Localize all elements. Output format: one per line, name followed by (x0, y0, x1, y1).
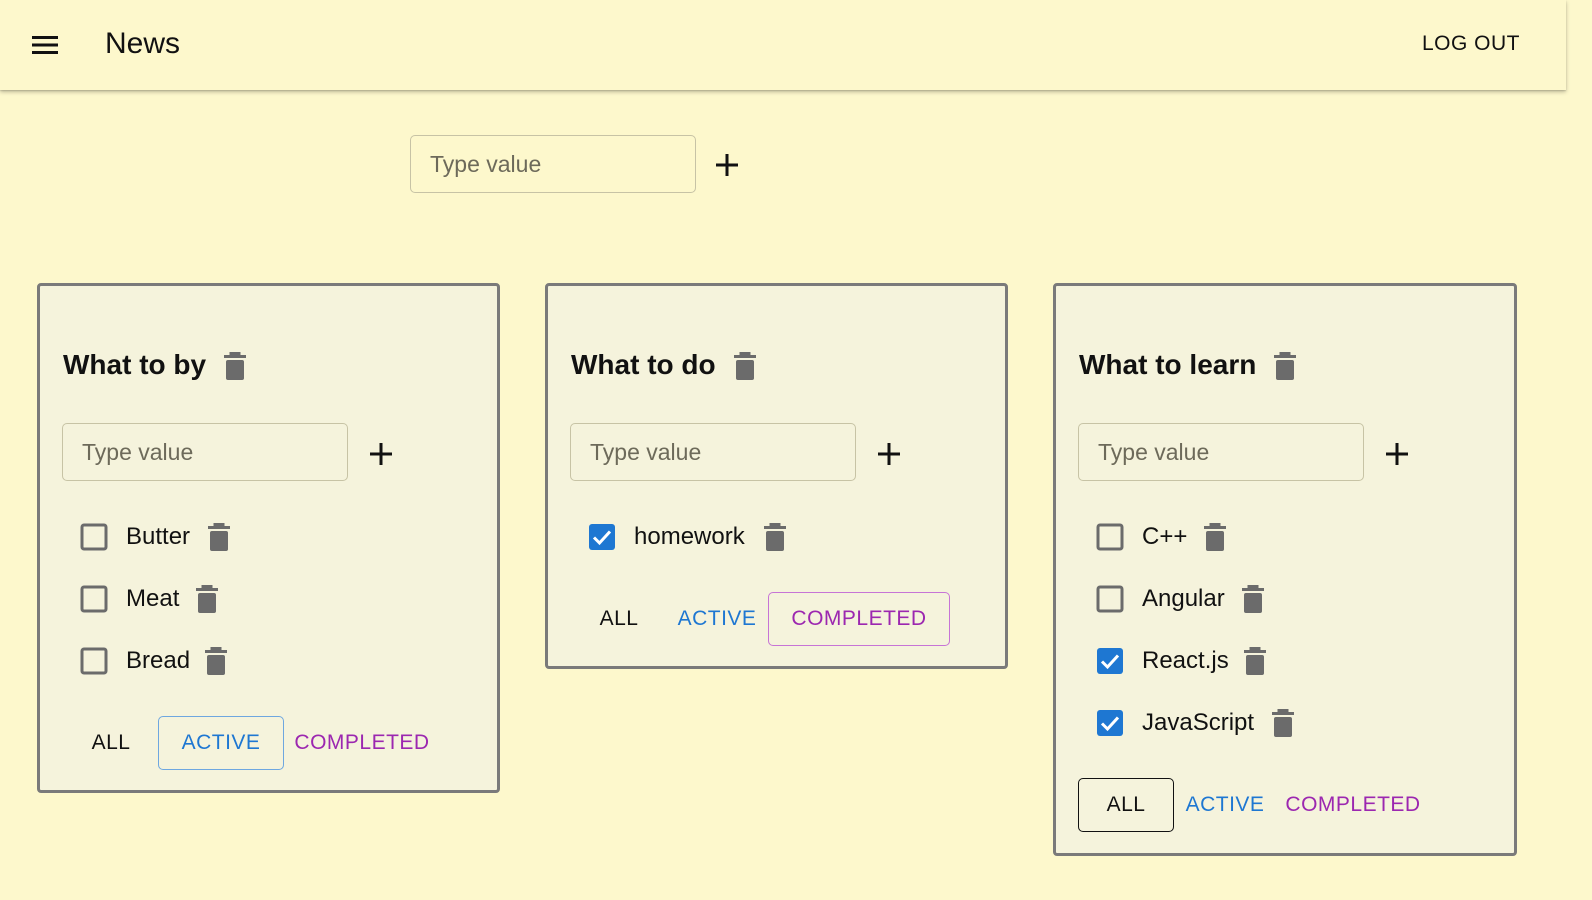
todolist-title: What to by (63, 349, 207, 380)
todolist-card: What to by Butter Meat Bread ALL ACTIVE … (37, 283, 500, 793)
todolist-card: What to do homework ALL ACTIVE COMPLETED (545, 283, 1008, 669)
task-label: Meat (126, 585, 180, 612)
filter-active-button[interactable]: ACTIVE (1180, 778, 1270, 832)
trash-icon[interactable] (1274, 352, 1296, 380)
task-checkbox[interactable] (1096, 523, 1124, 551)
task-label: Butter (126, 523, 191, 550)
new-list-input[interactable] (410, 135, 696, 193)
filter-completed-button[interactable]: COMPLETED (292, 716, 432, 770)
task-checkbox-checked[interactable] (1096, 647, 1124, 675)
trash-icon[interactable] (1272, 709, 1294, 737)
task-checkbox[interactable] (80, 647, 108, 675)
task-label: C++ (1142, 523, 1188, 550)
task-label: homework (634, 523, 745, 550)
filter-all-button[interactable]: ALL (584, 592, 654, 646)
task-label: Angular (1142, 585, 1225, 612)
trash-icon[interactable] (1242, 585, 1264, 613)
filter-completed-button[interactable]: COMPLETED (1282, 778, 1424, 832)
trash-icon[interactable] (208, 523, 230, 551)
filter-completed-button[interactable]: COMPLETED (768, 592, 950, 646)
add-task-plus-icon[interactable] (1379, 436, 1415, 472)
trash-icon[interactable] (764, 523, 786, 551)
hamburger-menu-icon[interactable] (30, 30, 60, 60)
add-task-plus-icon[interactable] (363, 436, 399, 472)
new-task-input[interactable] (570, 423, 856, 481)
task-checkbox[interactable] (80, 585, 108, 613)
logout-button[interactable]: LOG OUT (1422, 30, 1520, 58)
new-task-input[interactable] (62, 423, 348, 481)
trash-icon[interactable] (734, 352, 756, 380)
task-label: React.js (1142, 647, 1229, 674)
app-title: News (105, 27, 181, 60)
trash-icon[interactable] (1244, 647, 1266, 675)
trash-icon[interactable] (196, 585, 218, 613)
trash-icon[interactable] (205, 647, 227, 675)
todolist-title: What to do (571, 349, 716, 380)
new-task-input[interactable] (1078, 423, 1364, 481)
filter-active-button[interactable]: ACTIVE (672, 592, 762, 646)
filter-all-button[interactable]: ALL (1078, 778, 1174, 832)
task-checkbox-checked[interactable] (1096, 709, 1124, 737)
filter-all-button[interactable]: ALL (76, 716, 146, 770)
trash-icon[interactable] (1204, 523, 1226, 551)
add-task-plus-icon[interactable] (871, 436, 907, 472)
todolist-card: What to learn C++ Angular React.js JavaS… (1053, 283, 1517, 856)
task-checkbox-checked[interactable] (588, 523, 616, 551)
trash-icon[interactable] (224, 352, 246, 380)
task-label: JavaScript (1142, 709, 1255, 736)
todolist-title: What to learn (1079, 349, 1257, 380)
filter-active-button[interactable]: ACTIVE (158, 716, 284, 770)
task-label: Bread (126, 647, 191, 674)
task-checkbox[interactable] (1096, 585, 1124, 613)
add-list-plus-icon[interactable] (709, 147, 745, 183)
task-checkbox[interactable] (80, 523, 108, 551)
app-bar: News LOG OUT (0, 0, 1566, 90)
